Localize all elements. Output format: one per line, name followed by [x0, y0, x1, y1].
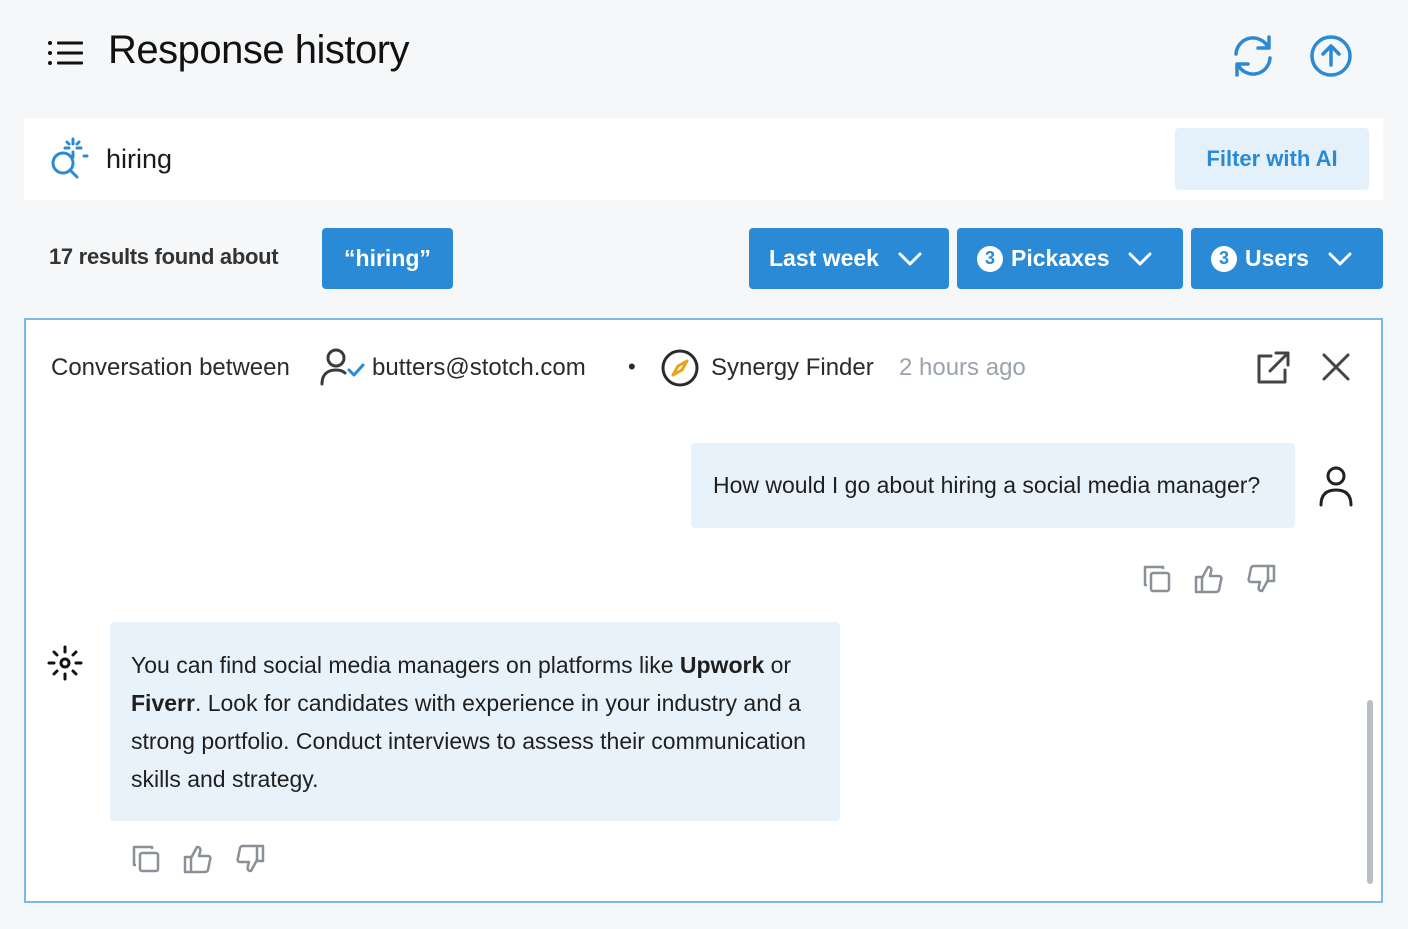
- thumbs-up-icon[interactable]: [182, 843, 214, 875]
- conversation-panel: Conversation between butters@stotch.com …: [24, 318, 1383, 903]
- compass-icon: [661, 349, 699, 387]
- chevron-down-icon: [1128, 252, 1152, 265]
- copy-icon[interactable]: [130, 843, 162, 875]
- ai-message-text: You can find social media managers on pl…: [131, 652, 680, 678]
- user-email[interactable]: butters@stotch.com: [372, 354, 586, 382]
- ai-message-bold-fiverr: Fiverr: [131, 690, 195, 716]
- users-filter-label: Users: [1245, 245, 1309, 271]
- user-check-icon: [320, 348, 365, 386]
- pickaxes-count-badge: 3: [977, 245, 1003, 272]
- search-input[interactable]: [106, 138, 1106, 180]
- date-filter-label: Last week: [769, 245, 879, 271]
- ai-message-text: or: [764, 652, 792, 678]
- ai-message-actions: [130, 843, 266, 875]
- ai-assistant-icon: [47, 645, 83, 681]
- filter-with-ai-button[interactable]: Filter with AI: [1175, 128, 1369, 190]
- users-filter-dropdown[interactable]: 3 Users: [1191, 228, 1383, 289]
- thumbs-down-icon[interactable]: [1245, 563, 1277, 595]
- chevron-down-icon: [898, 252, 922, 265]
- thumbs-up-icon[interactable]: [1193, 563, 1225, 595]
- list-menu-icon[interactable]: [46, 36, 86, 70]
- thumbs-down-icon[interactable]: [234, 843, 266, 875]
- open-external-icon[interactable]: [1254, 349, 1292, 387]
- header: Response history: [0, 0, 1408, 110]
- copy-icon[interactable]: [1141, 563, 1173, 595]
- refresh-icon[interactable]: [1228, 32, 1278, 80]
- date-filter-dropdown[interactable]: Last week: [749, 228, 949, 289]
- timestamp: 2 hours ago: [899, 354, 1026, 381]
- search-bar: Filter with AI: [24, 118, 1383, 200]
- scrollbar-thumb[interactable]: [1367, 700, 1373, 884]
- chevron-down-icon: [1328, 252, 1352, 265]
- pickaxes-filter-dropdown[interactable]: 3 Pickaxes: [957, 228, 1183, 289]
- ai-message-bubble: You can find social media managers on pl…: [110, 622, 840, 821]
- query-chip[interactable]: “hiring”: [322, 228, 453, 289]
- user-message-bubble: How would I go about hiring a social med…: [691, 443, 1295, 528]
- close-icon[interactable]: [1320, 351, 1352, 383]
- ai-message-text: . Look for candidates with experience in…: [131, 690, 806, 792]
- user-avatar-icon: [1319, 466, 1353, 507]
- ai-message-bold-upwork: Upwork: [679, 652, 765, 678]
- upload-circle-icon[interactable]: [1308, 33, 1354, 79]
- page-title: Response history: [108, 28, 410, 72]
- ai-search-icon: [51, 137, 89, 179]
- user-message-actions: [1141, 563, 1277, 595]
- separator-dot: •: [628, 354, 636, 379]
- results-summary: 17 results found about: [49, 244, 279, 269]
- pickaxes-filter-label: Pickaxes: [1011, 245, 1110, 271]
- conversation-label: Conversation between: [51, 354, 290, 381]
- pickaxe-name[interactable]: Synergy Finder: [711, 354, 874, 382]
- users-count-badge: 3: [1211, 245, 1237, 272]
